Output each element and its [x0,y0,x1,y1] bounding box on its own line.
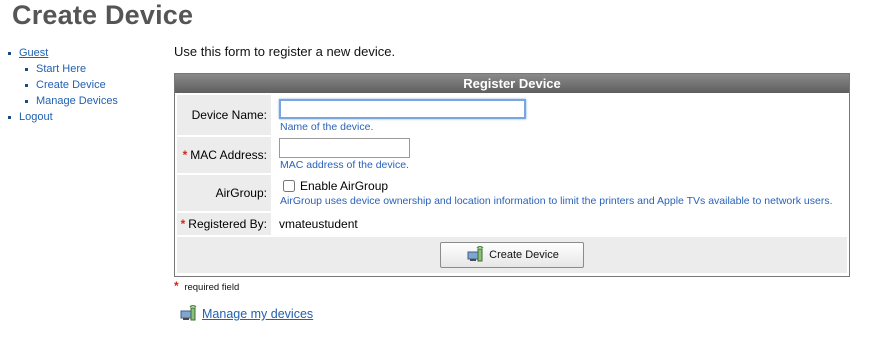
device-name-label: Device Name: [177,95,271,135]
registered-by-label: Registered By: [188,217,267,231]
form-header: Register Device [175,74,849,93]
required-asterisk: * [182,148,188,162]
required-field-note: * required field [174,279,239,293]
device-network-icon [465,245,485,264]
create-device-button[interactable]: Create Device [440,242,584,268]
mac-address-hint: MAC address of the device. [280,159,409,171]
side-nav: Guest Start Here Create Device Manage De… [6,45,118,125]
manage-my-devices-link-container: Manage my devices [178,304,313,323]
nav-item-manage-devices: Manage Devices [23,93,118,109]
nav-link-create-device[interactable]: Create Device [36,79,106,91]
nav-item-create-device: Create Device [23,77,118,93]
registered-by-row: * Registered By: vmateustudent [175,213,849,235]
form-footer: Create Device [177,237,847,273]
create-device-label: Create Device [489,249,559,261]
nav-item-logout: Logout [6,109,118,125]
nav-link-start-here[interactable]: Start Here [36,63,86,75]
enable-airgroup-checkbox[interactable] [283,180,295,192]
nav-link-guest[interactable]: Guest [19,47,48,59]
nav-item-start-here: Start Here [23,61,118,77]
mac-address-input[interactable] [279,138,410,158]
device-name-row: Device Name: Name of the device. [175,95,849,135]
nav-item-guest: Guest Start Here Create Device Manage De… [6,45,118,109]
manage-my-devices-link[interactable]: Manage my devices [202,307,313,321]
nav-link-manage-devices[interactable]: Manage Devices [36,95,118,107]
mac-address-label-cell: * MAC Address: [177,137,271,173]
device-network-icon [178,304,198,323]
nav-list: Guest Start Here Create Device Manage De… [6,45,118,125]
register-device-form: Register Device Device Name: Name of the… [174,73,850,277]
page-title: Create Device [12,0,194,30]
registered-by-value: vmateustudent [279,217,358,231]
nav-sublist: Start Here Create Device Manage Devices [23,61,118,109]
required-field-text: required field [184,282,240,293]
registered-by-label-cell: * Registered By: [177,213,271,235]
intro-text: Use this form to register a new device. [174,44,396,59]
enable-airgroup-control[interactable]: Enable AirGroup [283,179,388,193]
airgroup-hint: AirGroup uses device ownership and locat… [280,195,833,207]
airgroup-row: AirGroup: Enable AirGroup AirGroup uses … [175,175,849,211]
airgroup-label: AirGroup: [177,175,271,211]
required-asterisk: * [174,279,179,293]
mac-address-row: * MAC Address: MAC address of the device. [175,137,849,173]
required-asterisk: * [180,217,186,231]
device-name-hint: Name of the device. [280,121,374,133]
mac-address-label: MAC Address: [190,148,267,162]
device-name-input[interactable] [279,99,526,119]
nav-link-logout[interactable]: Logout [19,111,53,123]
enable-airgroup-label: Enable AirGroup [300,179,389,193]
